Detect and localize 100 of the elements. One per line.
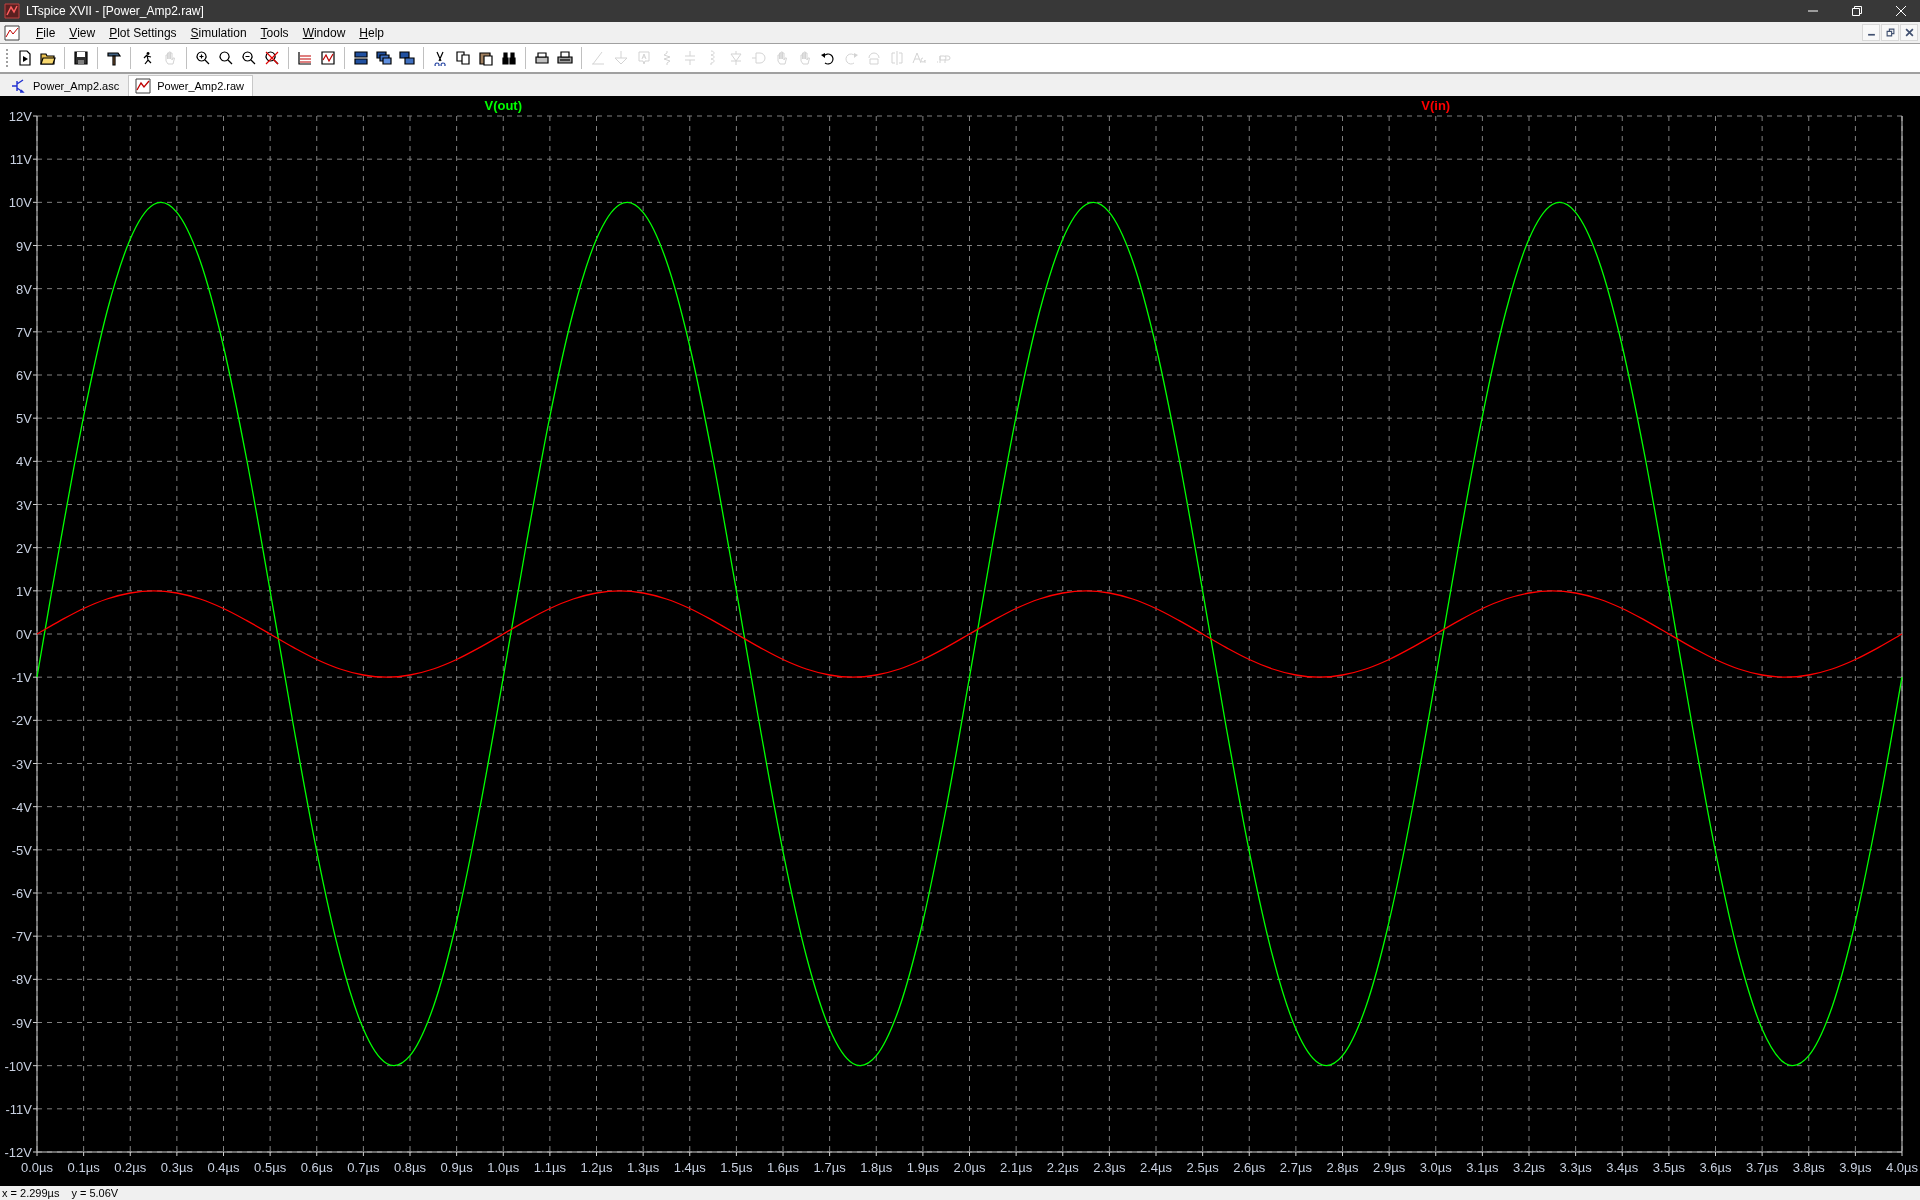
y-tick-label: -10V [4,1058,32,1074]
y-tick-label: 11V [9,152,32,168]
x-tick-label: 3.4µs [1606,1160,1639,1175]
menu-item[interactable]: Tools [260,25,289,40]
x-tick-label: 3.5µs [1652,1160,1685,1175]
chart-document-icon[interactable] [4,24,20,41]
restore-button[interactable] [1881,24,1899,41]
zoom-in-icon[interactable] [195,50,211,66]
x-tick-label: 0.6µs [300,1160,333,1175]
restore-icon [1885,28,1895,37]
y-tick-label: -5V [11,842,32,858]
cursor-x-reading: x = 2.299µs [2,1187,60,1199]
x-tick-label: 1.4µs [673,1160,706,1175]
y-tick-label: -6V [11,886,32,901]
x-tick-label: 3.0µs [1419,1160,1452,1175]
window-title: LTspice XVII - [Power_Amp2.raw] [26,4,204,18]
printer-icon[interactable] [534,50,550,66]
x-tick-label: 1.7µs [813,1160,846,1175]
hammer-icon[interactable] [106,50,122,66]
scissors-icon[interactable] [432,50,448,66]
x-tick-label: 0.2µs [114,1160,147,1175]
x-tick-label: 4.0µs [1885,1160,1919,1175]
menu-item[interactable]: File [36,25,56,40]
zoom-cancel-icon[interactable] [264,50,280,66]
close-button[interactable] [1900,24,1918,41]
x-tick-label: 0.5µs [254,1160,287,1175]
y-tick-label: 0V [16,627,32,642]
x-tick-label: 3.8µs [1792,1160,1825,1175]
new-file-icon[interactable] [17,50,33,66]
y-tick-label: 10V [8,195,32,211]
y-tick-label: 3V [16,497,32,513]
x-tick-label: 1.2µs [580,1160,613,1175]
x-tick-label: 1.0µs [487,1160,520,1175]
copy-icon[interactable] [455,50,471,66]
minimize-button[interactable] [1862,24,1880,41]
x-tick-label: 0.9µs [440,1160,473,1175]
y-tick-label: 2V [16,540,32,556]
chart-icon[interactable] [320,50,336,66]
x-tick-label: 2.3µs [1093,1160,1126,1175]
y-tick-label: -4V [11,799,32,815]
app-logo-icon [4,3,20,19]
x-tick-label: 3.6µs [1699,1160,1732,1175]
y-tick-label: 5V [16,411,32,427]
y-tick-label: -8V [11,972,32,988]
paste-icon[interactable] [478,50,494,66]
x-tick-label: 0.7µs [347,1160,380,1175]
y-tick-label: 6V [16,368,32,383]
chart-icon[interactable] [297,50,313,66]
binoculars-icon[interactable] [501,50,517,66]
y-tick-label: -1V [11,670,32,686]
y-tick-label: -2V [11,713,32,729]
x-tick-label: 2.5µs [1186,1160,1219,1175]
y-tick-label: -7V [11,929,32,945]
cascade-windows-icon[interactable] [376,50,392,66]
x-tick-label: 1.1µs [533,1160,566,1175]
y-tick-label: 7V [16,324,32,340]
x-tick-label: 2.7µs [1279,1160,1312,1175]
y-tick-label: -11V [5,1101,32,1117]
y-tick-label: 9V [16,238,32,254]
tile-windows-icon[interactable] [399,50,415,66]
menu-item[interactable]: Simulation [190,25,247,40]
x-tick-label: 2.0µs [953,1160,986,1175]
transistor-icon [11,78,27,94]
trace-label[interactable]: V(out) [484,98,522,113]
y-tick-label: -9V [11,1015,32,1031]
x-tick-label: 1.6µs [766,1160,800,1175]
close-icon[interactable] [1896,6,1906,16]
tile-windows-icon[interactable] [353,50,369,66]
x-tick-label: 0.0µs [20,1160,54,1175]
close-icon [1904,28,1914,37]
menu-item[interactable]: View [69,25,96,40]
menu-item[interactable]: Help [359,25,384,40]
restore-icon[interactable] [1852,6,1862,16]
cursor-y-reading: y = 5.06V [71,1187,119,1199]
x-tick-label: 2.6µs [1233,1160,1266,1175]
tab[interactable]: Power_Amp2.raw [128,75,254,96]
x-tick-label: 2.1µs [1000,1160,1033,1175]
x-tick-label: 3.1µs [1466,1160,1499,1175]
zoom-out-icon[interactable] [241,50,257,66]
undo-icon[interactable] [820,50,836,66]
x-tick-label: 3.3µs [1559,1160,1592,1175]
menu-item[interactable]: Plot Settings [109,25,177,40]
x-tick-label: 2.2µs [1046,1160,1079,1175]
y-tick-label: 12V [8,109,32,124]
x-tick-label: 1.9µs [906,1160,939,1175]
y-tick-label: -12V [4,1145,32,1160]
menu-item[interactable]: Window [302,25,346,40]
tab[interactable]: Power_Amp2.asc [4,75,129,96]
x-tick-label: 3.2µs [1512,1160,1546,1175]
x-tick-label: 0.3µs [160,1160,193,1175]
folder-icon[interactable] [40,50,56,66]
x-tick-label: 1.5µs [720,1160,753,1175]
x-tick-label: 0.4µs [207,1160,240,1175]
trace-label[interactable]: V(in) [1421,98,1451,113]
printer-icon[interactable] [557,50,573,66]
x-tick-label: 1.3µs [627,1160,660,1175]
y-tick-label: 8V [16,281,32,297]
y-tick-label: -3V [11,756,32,772]
magnifier-icon[interactable] [218,50,234,66]
x-tick-label: 2.8µs [1326,1160,1359,1175]
